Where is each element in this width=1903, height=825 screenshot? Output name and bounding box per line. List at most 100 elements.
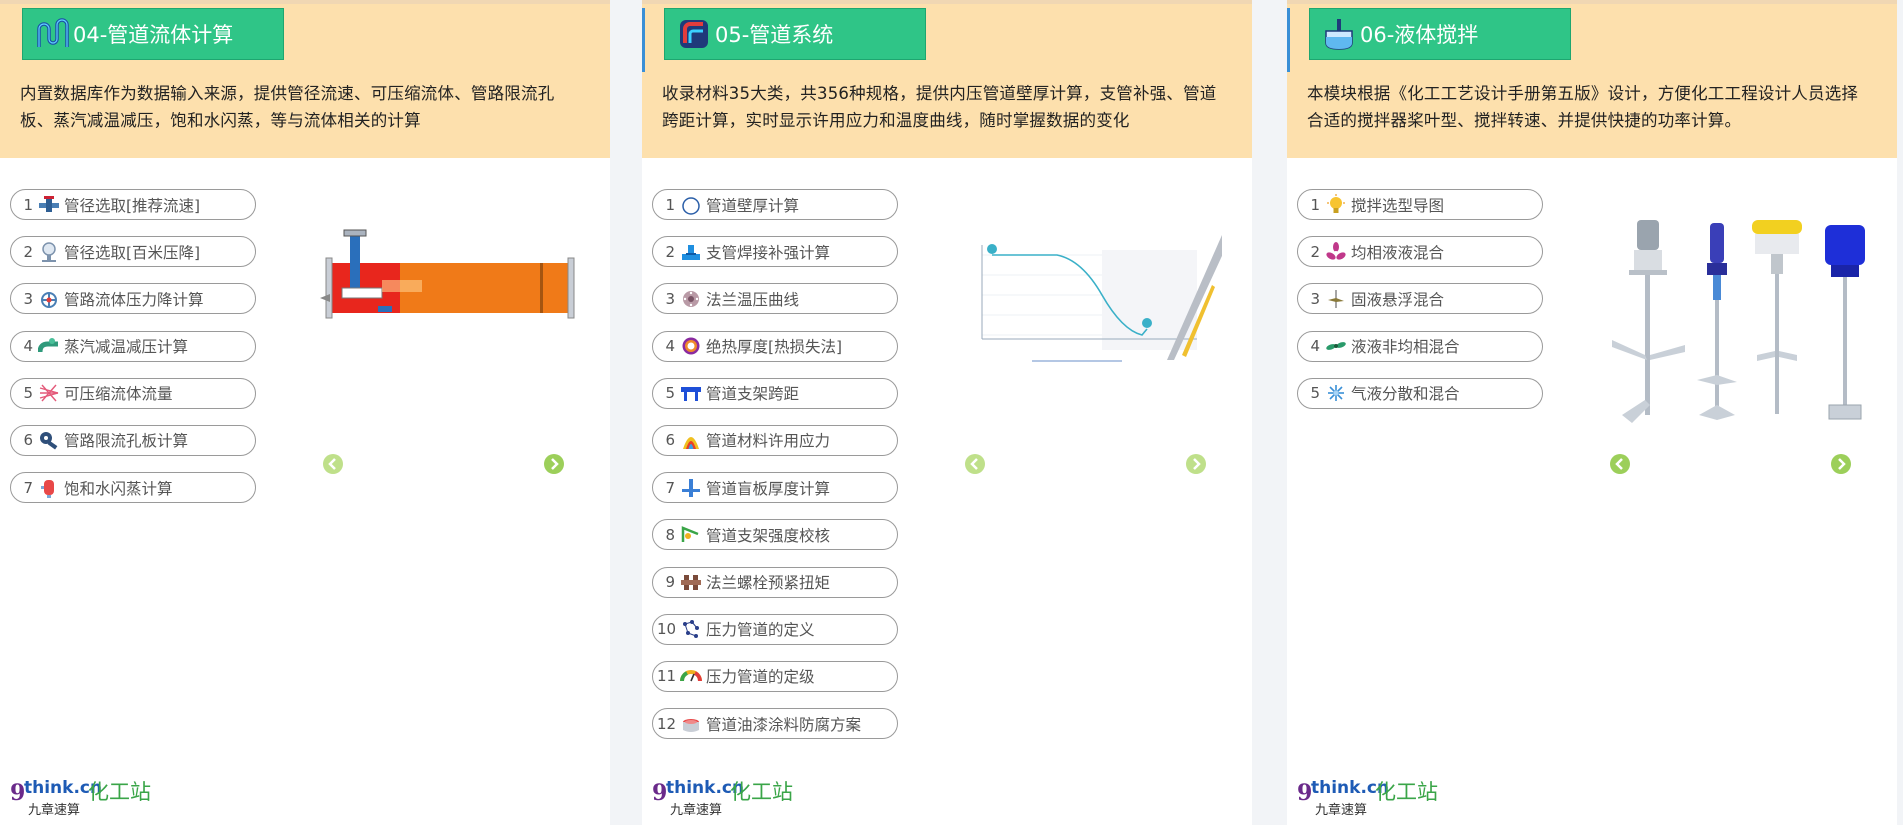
card-accent-bar [1287,8,1290,72]
paint-bucket-icon [679,712,703,736]
module-title-tab[interactable]: 05-管道系统 [664,8,926,60]
blind-plate-icon [679,476,703,500]
orifice-plate-icon [37,428,61,452]
item-label: 压力管道的定义 [706,621,815,640]
item-label: 搅拌选型导图 [1351,196,1445,215]
item-label: 管道支架强度校核 [706,526,831,545]
logo-tagline: 九章速算 [28,803,81,818]
calc-item-support-strength[interactable]: 8 管道支架强度校核 [652,519,898,551]
valve-wheel-icon [37,287,61,311]
calc-item-flash[interactable]: 7 饱和水闪蒸计算 [10,472,256,504]
insulation-ring-icon [679,334,703,358]
item-label: 绝热厚度[热损失法] [706,338,843,357]
module-title-tab[interactable]: 04-管道流体计算 [22,8,284,60]
item-label: 管路限流孔板计算 [64,432,189,451]
calc-item-flange-pt[interactable]: 3 法兰温压曲线 [652,283,898,315]
module-title: 06-液体搅拌 [1360,23,1479,47]
calc-item-pressure-drop[interactable]: 3 管路流体压力降计算 [10,283,256,315]
item-label: 气液分散和混合 [1351,385,1460,404]
item-label: 管径选取[百米压降] [64,243,201,262]
calc-item-paint-scheme[interactable]: 12 管道油漆涂料防腐方案 [652,708,898,740]
calc-item-pressure-grade[interactable]: 11 压力管道的定级 [652,660,898,692]
calc-item-branch-reinforce[interactable]: 2 支管焊接补强计算 [652,236,898,268]
item-number: 2 [23,242,33,261]
pipe-system-icon [680,20,708,48]
agitators-illustration [1612,220,1865,423]
module-description: 收录材料35大类，共356种规格，提供内压管道壁厚计算，支管补强、管道跨距计算，… [662,84,1217,130]
branch-weld-icon [679,240,703,264]
item-label: 支管焊接补强计算 [706,243,831,262]
calc-item-bolt-torque[interactable]: 9 法兰螺栓预紧扭矩 [652,566,898,598]
item-number: 1 [1310,195,1320,214]
calc-item-support-span[interactable]: 5 管道支架跨距 [652,377,898,409]
item-label: 管径选取[推荐流速] [64,196,201,215]
item-label: 管道支架跨距 [706,385,800,404]
item-number: 5 [1310,384,1320,403]
stress-spectrum-icon [679,428,703,452]
item-label: 饱和水闪蒸计算 [64,479,173,498]
logo-tagline: 九章速算 [1315,803,1368,818]
item-number: 2 [665,242,675,261]
flash-tank-icon [37,476,61,500]
gauge-meter-icon [679,664,703,688]
calc-item-compressible-flow[interactable]: 5 可压缩流体流量 [10,377,256,409]
calc-item-blind-plate[interactable]: 7 管道盲板厚度计算 [652,472,898,504]
item-number: 4 [1310,337,1320,356]
carousel-prev-arrow[interactable] [1610,454,1630,474]
calc-item-homogeneous-liquid[interactable]: 2 均相液液混合 [1297,236,1543,268]
flange-icon [679,287,703,311]
pressure-definition-icon [679,617,703,641]
item-label: 液液非均相混合 [1351,338,1460,357]
calc-item-mixer-selection[interactable]: 1 搅拌选型导图 [1297,189,1543,220]
item-number: 4 [23,337,33,356]
logo-brand: 化工站 [730,780,793,804]
pipe-support-icon [679,381,703,405]
pipe-flow-icon [37,18,69,47]
calc-item-allowable-stress[interactable]: 6 管道材料许用应力 [652,424,898,456]
stress-temperature-chart-thumbnail [962,235,1222,380]
item-number: 7 [23,478,33,497]
brand-logo[interactable]: 9 think.cn 化工站 九章速算 [652,774,802,822]
calc-item-wall-thickness[interactable]: 1 管道壁厚计算 [652,189,898,220]
calc-item-orifice[interactable]: 6 管路限流孔板计算 [10,424,256,456]
module-title-tab[interactable]: 06-液体搅拌 [1309,8,1571,60]
propeller-icon [1324,240,1348,264]
item-label: 管道盲板厚度计算 [706,479,831,498]
disperser-icon [1324,381,1348,405]
item-label: 法兰螺栓预紧扭矩 [706,574,831,592]
carousel-next-arrow[interactable] [544,454,564,474]
carousel-next-arrow[interactable] [1831,454,1851,474]
carousel-prev-arrow[interactable] [965,454,985,474]
item-number: 6 [23,431,33,450]
module-title: 05-管道系统 [715,23,834,47]
item-number: 6 [665,431,675,450]
item-number: 2 [1310,242,1320,261]
calc-item-steam-reduce[interactable]: 4 蒸汽减温减压计算 [10,330,256,362]
calc-item-insulation[interactable]: 4 绝热厚度[热损失法] [652,330,898,362]
module-description: 本模块根据《化工工艺设计手册第五版》设计，方便化工工程设计人员选择合适的搅拌器桨… [1307,84,1859,130]
item-number: 5 [665,384,675,403]
carousel-next-arrow[interactable] [1186,454,1206,474]
item-label: 管道壁厚计算 [706,196,800,215]
calc-list: 1 管道壁厚计算 2 支管焊接补强计算 3 法兰温压曲线 4 绝热厚度[热损失法… [652,189,898,755]
module-description: 内置数据库作为数据输入来源，提供管径流速、可压缩流体、管路限流孔板、蒸汽减温减压… [20,84,555,130]
item-number: 1 [23,195,33,214]
pipe-flow-illustration [320,229,575,319]
calc-item-heterogeneous-liquid[interactable]: 4 液液非均相混合 [1297,330,1543,362]
calc-item-solid-suspension[interactable]: 3 固液悬浮混合 [1297,283,1543,315]
carousel-prev-arrow[interactable] [323,454,343,474]
calc-item-pipe-size-velocity[interactable]: 1 管径选取[推荐流速] [10,189,256,220]
brand-logo[interactable]: 9 think.cn 化工站 九章速算 [1297,774,1447,822]
compressible-flow-icon [37,381,61,405]
brand-logo[interactable]: 9 think.cn 化工站 九章速算 [10,774,160,822]
calc-item-pipe-size-pressure[interactable]: 2 管径选取[百米压降] [10,236,256,268]
logo-brand: 化工站 [88,780,151,804]
item-number: 5 [23,384,33,403]
calc-item-pressure-def[interactable]: 10 压力管道的定义 [652,613,898,645]
calc-item-gas-dispersion[interactable]: 5 气液分散和混合 [1297,377,1543,409]
item-label: 固液悬浮混合 [1351,290,1445,309]
item-label: 蒸汽减温减压计算 [64,338,189,357]
item-number: 9 [665,573,675,591]
item-number: 3 [1310,289,1320,308]
item-number: 1 [665,195,675,214]
